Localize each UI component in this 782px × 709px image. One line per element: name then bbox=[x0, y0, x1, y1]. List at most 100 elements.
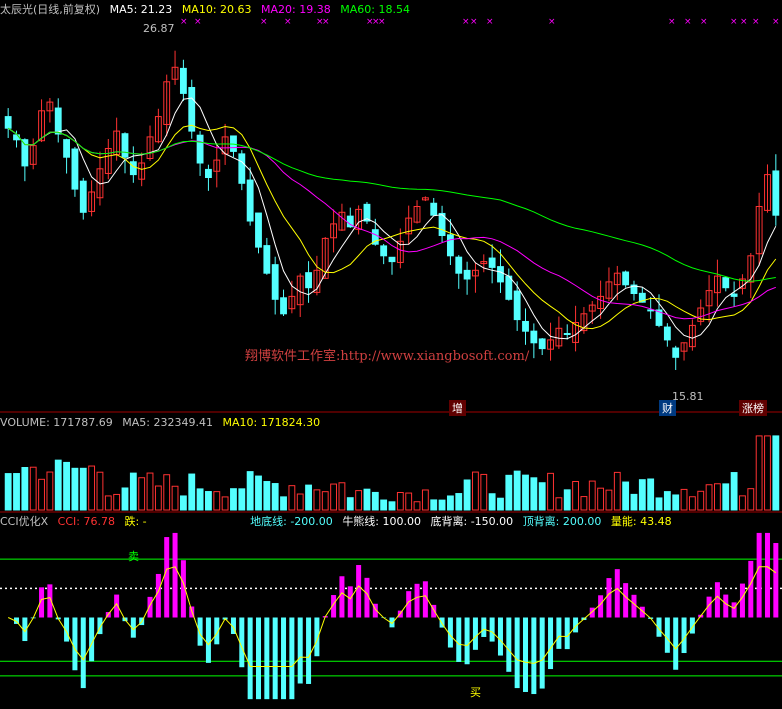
volume-bar bbox=[622, 481, 630, 511]
candle-body bbox=[730, 293, 738, 297]
volume-bar bbox=[38, 478, 45, 511]
cci-bar bbox=[664, 617, 670, 653]
volume-bar bbox=[63, 461, 71, 511]
cci-bar bbox=[564, 617, 570, 650]
cci-bar bbox=[673, 617, 679, 670]
volume-bar bbox=[305, 484, 312, 511]
candle-body bbox=[380, 245, 388, 257]
signal-cross-marker: × bbox=[486, 17, 494, 27]
cci-bar bbox=[72, 617, 78, 671]
candle-body bbox=[488, 257, 496, 268]
candle-body bbox=[522, 320, 529, 332]
cci-bar bbox=[247, 617, 253, 700]
volume-bar bbox=[405, 492, 413, 511]
candle-body bbox=[205, 168, 212, 178]
volume-bar bbox=[522, 474, 529, 511]
volume-bar bbox=[171, 485, 179, 511]
volume-bar bbox=[505, 474, 513, 511]
cci-header: CCI优化X CCI: 76.78 跌: - 地底线: -200.00 牛熊线:… bbox=[0, 515, 678, 529]
cci-bar bbox=[255, 617, 261, 700]
cci-bar bbox=[339, 576, 345, 618]
cci-bar bbox=[631, 594, 637, 618]
volume-bar bbox=[722, 483, 730, 511]
volume-bar bbox=[355, 490, 363, 511]
candle-body bbox=[21, 139, 29, 167]
candle-body bbox=[563, 333, 571, 336]
candle-body bbox=[722, 277, 730, 289]
signal-cross-marker: × bbox=[730, 17, 738, 27]
stock-chart: × × × × × × × × × × × × × × × × × × × × 太辰光(日线,前复权) MA5: 21… bbox=[0, 0, 782, 709]
volume-bar bbox=[54, 459, 62, 511]
candle-body bbox=[663, 326, 671, 341]
candle-body bbox=[121, 133, 129, 158]
volume-bar bbox=[71, 467, 79, 511]
candle-body bbox=[71, 148, 79, 190]
volume-bar bbox=[163, 474, 171, 511]
volume-bar bbox=[271, 483, 279, 511]
signal-cross-marker: × bbox=[194, 17, 202, 27]
ma5-value: MA5: 21.23 bbox=[109, 3, 173, 16]
price-header: 太辰光(日线,前复权) MA5: 21.23 MA10: 20.63 MA20:… bbox=[0, 3, 416, 17]
cci-bar bbox=[764, 532, 770, 618]
sell-marker-label: 卖 bbox=[128, 550, 139, 563]
cci-bar bbox=[464, 617, 470, 665]
candle-body bbox=[263, 245, 271, 274]
volume-bar bbox=[413, 501, 421, 511]
volume-bar bbox=[296, 493, 304, 511]
cci-bar bbox=[481, 617, 487, 637]
volume-bar bbox=[663, 491, 671, 511]
candle-body bbox=[538, 338, 546, 350]
volume-bar bbox=[697, 490, 705, 511]
ma10-value: MA10: 20.63 bbox=[181, 3, 252, 16]
volume-bar bbox=[713, 483, 721, 511]
badge-cai[interactable]: 财 bbox=[659, 400, 676, 416]
cci-bar bbox=[147, 596, 153, 618]
volume-bar bbox=[113, 493, 121, 511]
badge-zeng[interactable]: 增 bbox=[449, 400, 466, 416]
volume-bar bbox=[747, 488, 755, 511]
volume-bar bbox=[513, 470, 521, 511]
signal-cross-marker: × bbox=[548, 17, 556, 27]
cci-bar bbox=[548, 617, 554, 670]
candle-body bbox=[446, 234, 454, 257]
volume-bar bbox=[179, 495, 187, 511]
badge-zhangbang[interactable]: 涨榜 bbox=[739, 400, 767, 416]
signal-cross-marker: × bbox=[772, 17, 780, 27]
signal-cross-marker: × bbox=[668, 17, 676, 27]
cci-bar bbox=[497, 617, 503, 656]
volume-bar bbox=[597, 487, 605, 511]
cci-bar bbox=[472, 617, 478, 650]
cci-bar bbox=[281, 617, 287, 700]
cci-bar bbox=[606, 578, 612, 618]
candle-body bbox=[622, 271, 630, 286]
signal-cross-marker: × bbox=[260, 17, 268, 27]
signal-cross-marker: × bbox=[284, 17, 292, 27]
didi-line-value: 地底线: -200.00 bbox=[250, 515, 333, 528]
volume-bar bbox=[321, 491, 329, 511]
candle-body bbox=[455, 256, 463, 274]
cci-bar bbox=[306, 617, 312, 684]
cci-line bbox=[7, 566, 777, 667]
volume-bar bbox=[688, 496, 696, 511]
dingbeili-value: 顶背离: 200.00 bbox=[522, 515, 602, 528]
volume-bar bbox=[104, 495, 112, 511]
buy-marker-label: 买 bbox=[470, 686, 481, 699]
volume-bar bbox=[430, 499, 438, 511]
cci-bar bbox=[756, 532, 762, 618]
volume-bar bbox=[380, 499, 388, 511]
volume-bar bbox=[205, 491, 212, 511]
volume-bar bbox=[213, 491, 221, 511]
volume-bar bbox=[421, 489, 429, 511]
volume-bar bbox=[13, 473, 20, 511]
candle-body bbox=[129, 161, 137, 176]
cci-bar bbox=[506, 617, 512, 672]
cci-bar bbox=[531, 617, 537, 695]
candle-body bbox=[280, 297, 287, 315]
volume-bar bbox=[472, 471, 479, 511]
volume-bar bbox=[138, 477, 146, 511]
volume-bar bbox=[530, 477, 538, 511]
signal-cross-marker: × bbox=[700, 17, 708, 27]
candle-body bbox=[772, 170, 780, 216]
volume-bar bbox=[672, 494, 680, 511]
candle-body bbox=[4, 116, 12, 129]
